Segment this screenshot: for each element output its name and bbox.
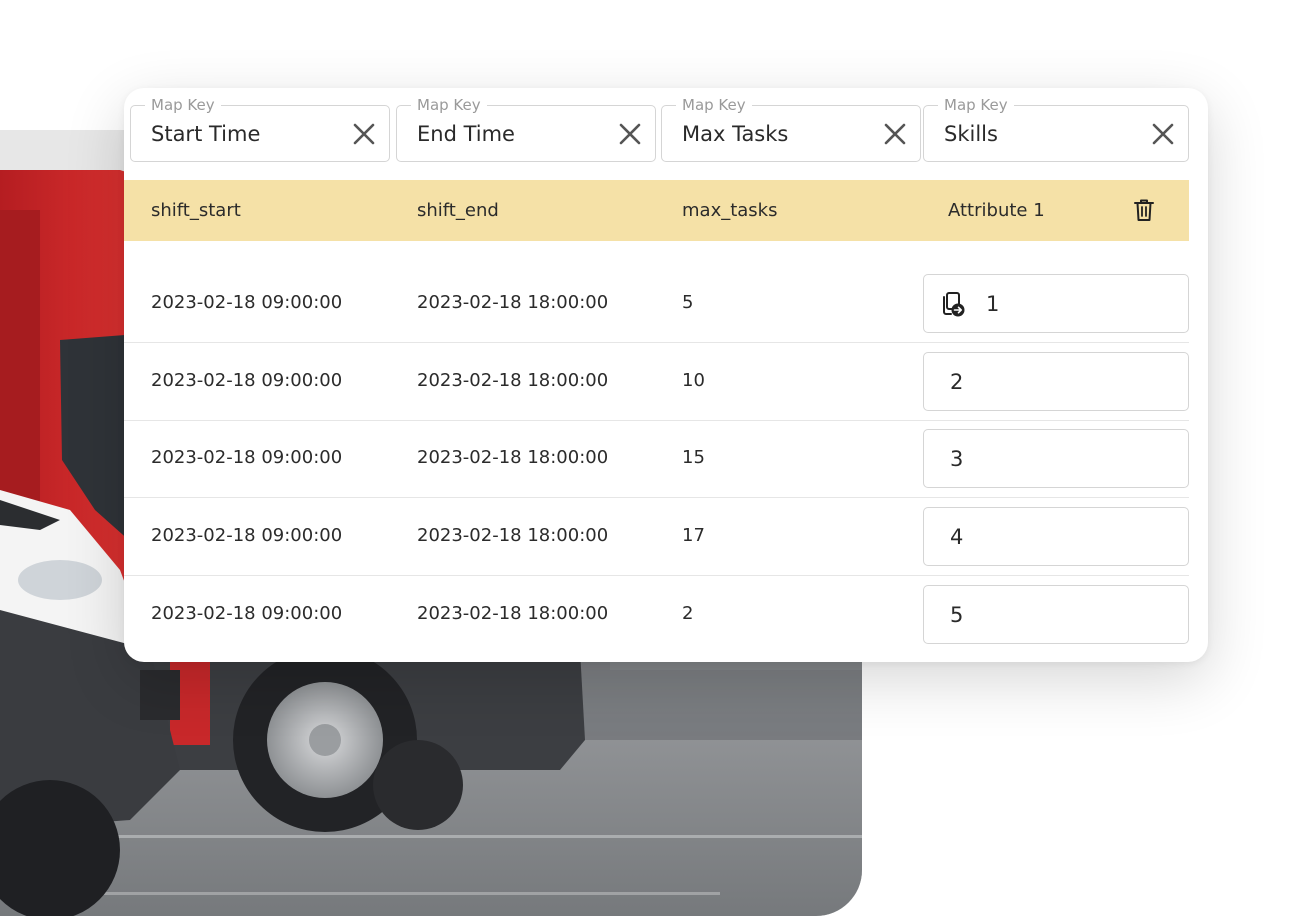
attribute-input[interactable]: 1 [923,274,1189,333]
cell-shift-end: 2023-02-18 18:00:00 [417,603,609,624]
map-key-field-skills[interactable]: Map Key Skills [923,95,1189,162]
cell-max-tasks: 2 [682,603,694,624]
attribute-input[interactable]: 3 [923,429,1189,488]
map-key-value: Start Time [151,122,261,146]
attribute-input[interactable]: 2 [923,352,1189,411]
cell-shift-end: 2023-02-18 18:00:00 [417,525,609,546]
map-key-value: Max Tasks [682,122,789,146]
data-mapping-card: Map Key Start Time Map Key End Time Map … [124,88,1208,662]
cell-shift-end: 2023-02-18 18:00:00 [417,370,609,391]
column-header-shift-end: shift_end [417,200,499,221]
table-row: 2023-02-18 09:00:00 2023-02-18 18:00:00 … [124,265,1189,343]
attribute-value: 3 [950,447,964,471]
cell-max-tasks: 15 [682,447,705,468]
table-header-row: shift_start shift_end max_tasks Attribut… [124,180,1189,241]
column-header-attribute: Attribute 1 [948,200,1045,221]
cell-shift-start: 2023-02-18 09:00:00 [151,370,343,391]
map-key-value: End Time [417,122,515,146]
cell-shift-end: 2023-02-18 18:00:00 [417,292,609,313]
cell-max-tasks: 5 [682,292,694,313]
cell-max-tasks: 17 [682,525,705,546]
map-key-value: Skills [944,122,998,146]
map-key-field-max-tasks[interactable]: Map Key Max Tasks [661,95,921,162]
close-icon[interactable] [1150,121,1176,147]
attribute-input[interactable]: 4 [923,507,1189,566]
close-icon[interactable] [882,121,908,147]
table-row: 2023-02-18 09:00:00 2023-02-18 18:00:00 … [124,420,1189,498]
map-key-field-end-time[interactable]: Map Key End Time [396,95,656,162]
table-row: 2023-02-18 09:00:00 2023-02-18 18:00:00 … [124,576,1189,654]
trash-icon[interactable] [1131,197,1157,223]
column-header-shift-start: shift_start [151,200,241,221]
cell-max-tasks: 10 [682,370,705,391]
map-key-legend: Map Key [411,95,487,115]
close-icon[interactable] [617,121,643,147]
map-key-legend: Map Key [938,95,1014,115]
close-icon[interactable] [351,121,377,147]
attribute-value: 1 [986,292,1000,316]
table-row: 2023-02-18 09:00:00 2023-02-18 18:00:00 … [124,498,1189,576]
cell-shift-start: 2023-02-18 09:00:00 [151,292,343,313]
cell-shift-start: 2023-02-18 09:00:00 [151,525,343,546]
attribute-value: 2 [950,370,964,394]
column-header-max-tasks: max_tasks [682,200,778,221]
attribute-value: 5 [950,603,964,627]
map-key-field-start-time[interactable]: Map Key Start Time [130,95,390,162]
attribute-value: 4 [950,525,964,549]
map-key-legend: Map Key [145,95,221,115]
attribute-input[interactable]: 5 [923,585,1189,644]
cell-shift-start: 2023-02-18 09:00:00 [151,447,343,468]
map-key-legend: Map Key [676,95,752,115]
copy-to-icon[interactable] [939,290,967,318]
cell-shift-end: 2023-02-18 18:00:00 [417,447,609,468]
table-row: 2023-02-18 09:00:00 2023-02-18 18:00:00 … [124,343,1189,421]
cell-shift-start: 2023-02-18 09:00:00 [151,603,343,624]
